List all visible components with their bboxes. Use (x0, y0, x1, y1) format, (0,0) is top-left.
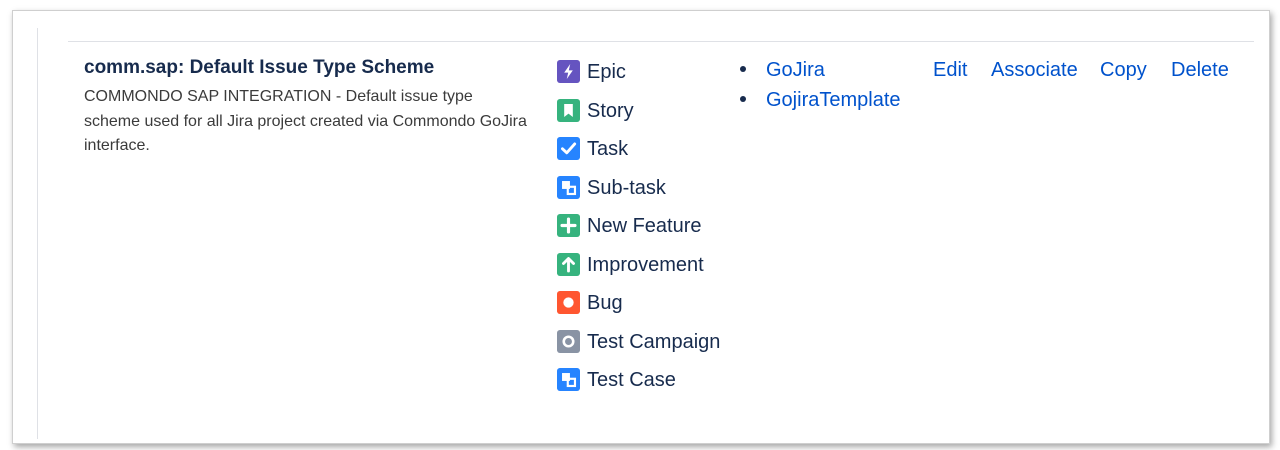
issue-type-story: Story (557, 96, 727, 126)
project-link-gojiratemplate[interactable]: GojiraTemplate (766, 89, 901, 111)
issue-type-epic: Epic (557, 57, 727, 87)
bug-icon (557, 291, 580, 314)
project-link-gojira[interactable]: GoJira (766, 59, 825, 81)
test-campaign-icon (557, 329, 580, 353)
project-item: GojiraTemplate (740, 85, 901, 115)
row-divider (68, 41, 1254, 42)
issue-type-new-feature: New Feature (557, 211, 727, 241)
story-icon (557, 98, 580, 122)
delete-link[interactable]: Delete (1171, 55, 1229, 85)
issue-type-improvement: Improvement (557, 250, 727, 280)
associated-projects-list: GoJira GojiraTemplate (740, 55, 901, 115)
improvement-icon (557, 252, 580, 276)
associate-link[interactable]: Associate (991, 55, 1078, 85)
subtask-icon (557, 175, 580, 199)
project-item: GoJira (740, 55, 901, 85)
copy-link[interactable]: Copy (1100, 55, 1147, 85)
issue-type-task: Task (557, 134, 727, 164)
scheme-name: comm.sap: Default Issue Type Scheme (84, 57, 435, 78)
issue-type-test-case: Test Case (557, 365, 727, 395)
new-feature-icon (557, 214, 580, 237)
left-divider (37, 28, 38, 439)
scheme-description: COMMONDO SAP INTEGRATION - Default issue… (84, 88, 527, 154)
issue-type-test-campaign: Test Campaign (557, 327, 727, 357)
test-case-icon (557, 368, 580, 391)
issue-type-list: Epic Story Task Sub-task New Feature Imp… (557, 57, 727, 404)
issue-type-bug: Bug (557, 288, 727, 318)
task-icon (557, 137, 580, 160)
edit-link[interactable]: Edit (933, 55, 967, 85)
issue-type-sub-task: Sub-task (557, 173, 727, 203)
epic-icon (557, 60, 580, 83)
